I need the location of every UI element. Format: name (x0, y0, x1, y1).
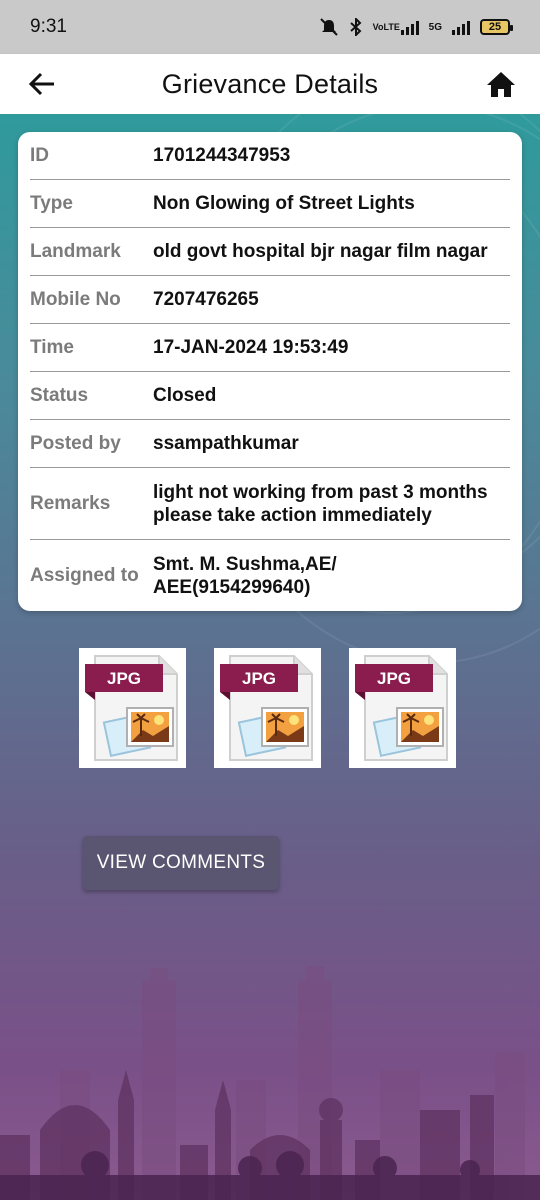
city-skyline-illustration (0, 966, 540, 1200)
detail-row-time: Time 17-JAN-2024 19:53:49 (30, 324, 510, 372)
attachment-thumbnail[interactable]: JPG (79, 648, 186, 768)
status-time: 9:31 (30, 16, 67, 37)
status-icons: VoLTE 5G 25 (319, 18, 513, 36)
detail-label: Remarks (30, 492, 111, 514)
back-button[interactable] (26, 68, 58, 100)
detail-value: 7207476265 (153, 289, 259, 310)
detail-value: 1701244347953 (153, 145, 291, 166)
volte-label: VoLTE (372, 21, 400, 32)
jpg-file-icon: JPG (354, 655, 448, 761)
jpg-file-icon: JPG (219, 655, 313, 761)
detail-label: Status (30, 384, 89, 406)
home-button[interactable] (484, 67, 518, 101)
app-header: Grievance Details (0, 54, 540, 114)
status-bar: 9:31 VoLTE 5G 25 (0, 0, 540, 54)
5g-label: 5G (428, 21, 442, 33)
detail-value: old govt hospital bjr nagar film nagar (153, 241, 488, 262)
jpg-file-icon: JPG (84, 655, 178, 761)
signal-icon (400, 19, 419, 35)
detail-value: Non Glowing of Street Lights (153, 193, 415, 214)
page-title: Grievance Details (161, 68, 379, 99)
detail-row-type: Type Non Glowing of Street Lights (30, 180, 510, 228)
detail-row-posted-by: Posted by ssampathkumar (30, 420, 510, 468)
jpg-badge-label: JPG (241, 669, 275, 688)
detail-label: Mobile No (30, 288, 121, 310)
attachment-thumbnail[interactable]: JPG (349, 648, 456, 768)
detail-row-id: ID 1701244347953 (30, 132, 510, 180)
home-icon (487, 72, 515, 97)
attachment-thumbnail[interactable]: JPG (214, 648, 321, 768)
detail-label: Landmark (30, 240, 121, 262)
detail-row-landmark: Landmark old govt hospital bjr nagar fil… (30, 228, 510, 276)
detail-row-mobile: Mobile No 7207476265 (30, 276, 510, 324)
detail-label: Posted by (30, 432, 121, 454)
detail-value: 17-JAN-2024 19:53:49 (153, 337, 349, 358)
arrow-left-icon (28, 72, 54, 96)
view-comments-button[interactable]: VIEW COMMENTS (83, 836, 279, 890)
detail-label: Time (30, 336, 75, 358)
detail-label: Assigned to (30, 564, 139, 586)
detail-value: Closed (153, 385, 217, 406)
detail-value: ssampathkumar (153, 433, 299, 454)
jpg-badge-label: JPG (106, 669, 140, 688)
detail-label: ID (30, 144, 49, 166)
mute-icon (319, 18, 338, 36)
detail-label: Type (30, 192, 73, 214)
detail-value: Smt. M. Sushma,AE/ AEE(9154299640) (153, 553, 337, 598)
detail-row-status: Status Closed (30, 372, 510, 420)
detail-value: light not working from past 3 months ple… (153, 481, 488, 526)
jpg-badge-label: JPG (376, 669, 410, 688)
detail-row-assigned-to: Assigned to Smt. M. Sushma,AE/ AEE(91542… (30, 540, 510, 611)
bluetooth-icon (349, 18, 362, 36)
signal-icon-2 (452, 19, 470, 35)
battery-icon: 25 (480, 19, 513, 35)
detail-row-remarks: Remarks light not working from past 3 mo… (30, 468, 510, 540)
grievance-details-card: ID 1701244347953 Type Non Glowing of Str… (18, 132, 522, 611)
